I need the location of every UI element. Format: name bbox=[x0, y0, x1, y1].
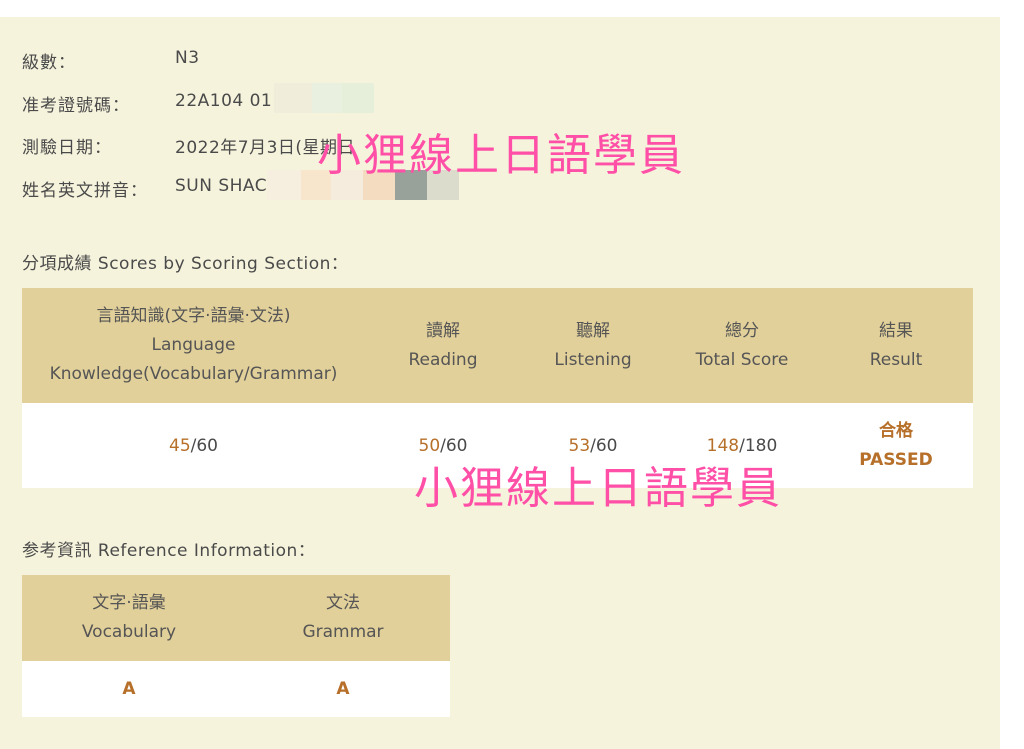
total-score-cell: 148/180 bbox=[665, 403, 819, 488]
test-date-label: 測驗日期： bbox=[22, 138, 112, 158]
test-date-value: 2022年7月3日(星期日 bbox=[175, 138, 356, 158]
reading-score: 50 bbox=[418, 435, 441, 456]
name-label: 姓名英文拼音： bbox=[22, 181, 148, 201]
name-value: SUN SHAC bbox=[175, 176, 268, 196]
level-value: N3 bbox=[175, 48, 200, 68]
grammar-grade: A bbox=[336, 679, 350, 699]
knowledge-score: 45 bbox=[169, 435, 191, 456]
vocabulary-grade-cell: A bbox=[22, 661, 236, 717]
scores-section-title: 分項成績 Scores by Scoring Section： bbox=[22, 254, 349, 274]
redacted-block bbox=[427, 170, 460, 200]
scores-table-header-row: 言語知識(文字·語彙·文法) Language Knowledge(Vocabu… bbox=[22, 288, 973, 403]
header-vocabulary: 文字·語彙 Vocabulary bbox=[22, 575, 236, 661]
result-cell: 合格 PASSED bbox=[819, 403, 973, 488]
redacted-block bbox=[274, 83, 313, 113]
redacted-block bbox=[267, 170, 302, 200]
knowledge-max: /60 bbox=[190, 435, 218, 456]
header-en: Total Score bbox=[695, 349, 789, 370]
header-en: Result bbox=[869, 349, 923, 370]
header-zh: 總分 bbox=[725, 320, 759, 341]
header-zh: 文法 bbox=[326, 593, 360, 613]
header-en: Listening bbox=[554, 349, 632, 370]
grammar-grade-cell: A bbox=[236, 661, 450, 717]
header-zh: 文字·語彙 bbox=[92, 593, 166, 613]
redacted-block bbox=[331, 170, 364, 200]
info-row-name: 姓名英文拼音： SUN SHAC bbox=[22, 170, 460, 201]
result-en: PASSED bbox=[859, 449, 933, 470]
header-en: Grammar bbox=[302, 622, 384, 642]
listening-score: 53 bbox=[568, 435, 591, 456]
result-zh: 合格 bbox=[879, 420, 913, 441]
header-grammar: 文法 Grammar bbox=[236, 575, 450, 661]
vocabulary-grade: A bbox=[122, 679, 136, 699]
header-reading: 讀解 Reading bbox=[365, 288, 521, 403]
exam-number-value: 22A104 01 bbox=[175, 91, 273, 111]
header-en: Reading bbox=[408, 349, 478, 370]
header-zh: 結果 bbox=[879, 320, 913, 341]
header-language-knowledge: 言語知識(文字·語彙·文法) Language Knowledge(Vocabu… bbox=[22, 288, 365, 403]
knowledge-score-cell: 45/60 bbox=[22, 403, 365, 488]
redacted-block bbox=[363, 170, 396, 200]
level-label: 級數： bbox=[22, 53, 76, 73]
reference-table-header-row: 文字·語彙 Vocabulary 文法 Grammar bbox=[22, 575, 450, 661]
redacted-block bbox=[301, 170, 332, 200]
exam-number-label: 准考證號碼： bbox=[22, 96, 130, 116]
header-en: Language bbox=[151, 335, 236, 355]
header-zh: 讀解 bbox=[426, 320, 460, 341]
info-row-test-date: 測驗日期： 2022年7月3日(星期日 bbox=[22, 133, 355, 158]
header-zh: 聽解 bbox=[576, 320, 610, 341]
redacted-block bbox=[312, 83, 343, 113]
redacted-block bbox=[342, 83, 375, 113]
header-total-score: 總分 Total Score bbox=[665, 288, 819, 403]
reading-max: /60 bbox=[440, 435, 468, 456]
header-listening: 聽解 Listening bbox=[521, 288, 665, 403]
listening-score-cell: 53/60 bbox=[521, 403, 665, 488]
reference-table: 文字·語彙 Vocabulary 文法 Grammar A A bbox=[22, 575, 450, 717]
header-zh: 言語知識(文字·語彙·文法) bbox=[96, 306, 291, 326]
reference-section-title: 参考資訊 Reference Information： bbox=[22, 541, 316, 561]
info-row-exam-number: 准考證號碼： 22A104 01 bbox=[22, 83, 375, 116]
reference-table-row: A A bbox=[22, 661, 450, 717]
scores-table-row: 45/60 50/60 53/60 148/180 合格 PASSED bbox=[22, 403, 973, 488]
header-result: 結果 Result bbox=[819, 288, 973, 403]
header-en: Vocabulary bbox=[81, 622, 177, 642]
header-en: Knowledge(Vocabulary/Grammar) bbox=[49, 364, 338, 384]
scores-table: 言語知識(文字·語彙·文法) Language Knowledge(Vocabu… bbox=[22, 288, 973, 488]
info-row-level: 級數： N3 bbox=[22, 48, 200, 73]
total-max: /180 bbox=[739, 435, 778, 456]
total-score: 148 bbox=[706, 435, 740, 456]
reading-score-cell: 50/60 bbox=[365, 403, 521, 488]
redacted-block bbox=[395, 170, 428, 200]
listening-max: /60 bbox=[590, 435, 618, 456]
